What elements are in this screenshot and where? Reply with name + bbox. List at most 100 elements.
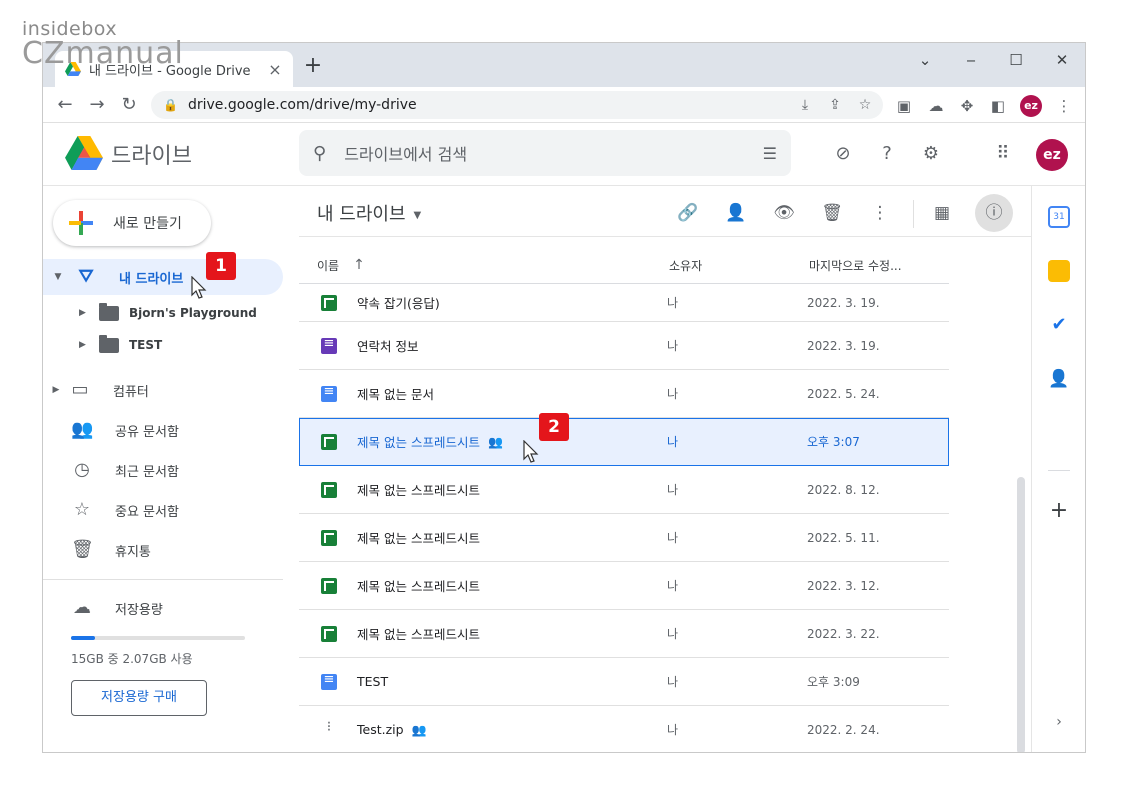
file-row[interactable]: 제목 없는 스프레드시트 나 2022. 3. 22. [299, 610, 949, 658]
sheets-icon [321, 529, 337, 546]
side-panel-icon[interactable]: ◧ [987, 95, 1009, 117]
column-header-name[interactable]: 이름 ↑ [317, 246, 365, 284]
contacts-icon[interactable]: 👤 [1048, 368, 1070, 390]
address-bar[interactable]: 🔒 drive.google.com/drive/my-drive ⤓ ⇪ ☆ [151, 91, 883, 119]
share-icon[interactable]: ⇪ [823, 97, 847, 113]
drive-brand-title: 드라이브 [111, 144, 192, 169]
breadcrumb[interactable]: 내 드라이브 ▼ [317, 200, 421, 226]
browser-menu-icon[interactable]: ⋮ [1053, 95, 1075, 117]
link-icon[interactable]: 🔗 [673, 198, 703, 228]
file-row[interactable]: 제목 없는 스프레드시트 👥 나 오후 3:07 [299, 418, 949, 466]
my-drive-icon: ⛛ [78, 266, 94, 287]
search-placeholder: 드라이브에서 검색 [344, 145, 468, 164]
forms-icon [321, 336, 337, 354]
grid-view-icon[interactable]: ▦ [927, 198, 957, 228]
file-name: 제목 없는 스프레드시트 [357, 480, 667, 499]
minimize-button[interactable]: ‒ [951, 51, 991, 69]
trash-icon[interactable]: 🗑 [817, 198, 847, 228]
sort-arrow-up-icon[interactable]: ↑ [353, 257, 365, 273]
account-avatar[interactable]: ez [1036, 139, 1068, 171]
reload-icon[interactable]: ↻ [117, 93, 141, 117]
file-modified-date: 오후 3:09 [807, 675, 860, 689]
file-row[interactable]: 제목 없는 문서 나 2022. 5. 24. [299, 370, 949, 418]
sidebar-item-computers[interactable]: ▶ ▭ 컴퓨터 [43, 372, 149, 408]
sidebar-item-my-drive[interactable]: ▼ ⛛ 내 드라이브 [43, 259, 283, 295]
main-header-divider [299, 236, 1031, 237]
file-row[interactable]: 제목 없는 스프레드시트 나 2022. 3. 12. [299, 562, 949, 610]
sidebar-folder-test[interactable]: ▶ TEST [79, 329, 162, 361]
file-modified-date: 2022. 5. 24. [807, 386, 880, 401]
bookmark-star-icon[interactable]: ☆ [853, 97, 877, 113]
maximize-button[interactable]: ☐ [996, 51, 1036, 69]
sidebar-item-label: 저장용량 [115, 602, 163, 618]
sidebar-item-shared[interactable]: 👥 공유 문서함 [43, 412, 179, 448]
search-icon[interactable]: ⚲ [313, 143, 326, 164]
expand-caret-icon[interactable]: ▶ [79, 340, 93, 350]
mouse-pointer-icon [191, 276, 207, 299]
tab-list-icon[interactable]: ⌄ [905, 51, 945, 69]
clock-icon: ◷ [74, 459, 90, 480]
preview-eye-icon[interactable]: 👁 [769, 198, 799, 228]
watermark-line2: CZmanual [22, 36, 184, 71]
expand-caret-icon[interactable]: ▶ [79, 308, 93, 318]
browser-profile-avatar[interactable]: ez [1020, 95, 1042, 117]
keep-icon[interactable] [1048, 260, 1070, 282]
expand-caret-icon[interactable]: ▶ [49, 385, 63, 395]
sidebar-item-starred[interactable]: ☆ 중요 문서함 [43, 492, 179, 528]
add-person-icon[interactable]: 👤 [721, 198, 751, 228]
more-vert-icon[interactable]: ⋮ [865, 198, 895, 228]
file-row[interactable]: 약속 잡기(응답) 나 2022. 3. 19. [299, 284, 949, 322]
sidebar-item-label: 컴퓨터 [113, 384, 149, 400]
file-row[interactable]: 제목 없는 스프레드시트 나 2022. 8. 12. [299, 466, 949, 514]
help-icon[interactable]: ? [873, 140, 901, 168]
sidebar-item-storage[interactable]: ☁ 저장용량 [43, 590, 163, 626]
add-addon-icon[interactable]: + [1046, 498, 1072, 523]
shared-people-icon: 👥 [411, 722, 427, 737]
close-window-button[interactable]: ✕ [1042, 51, 1082, 69]
media-extension-icon[interactable]: ▣ [893, 95, 915, 117]
new-tab-button[interactable]: + [301, 55, 325, 79]
settings-gear-icon[interactable]: ⚙ [917, 140, 945, 168]
file-row[interactable]: 제목 없는 스프레드시트 나 2022. 5. 11. [299, 514, 949, 562]
back-arrow-icon[interactable]: ← [53, 93, 77, 117]
tasks-icon[interactable]: ✔ [1048, 314, 1070, 336]
expand-caret-icon[interactable]: ▼ [51, 272, 65, 282]
chevron-right-icon[interactable]: › [1048, 714, 1070, 730]
info-icon[interactable]: ⓘ [975, 194, 1013, 232]
scrollbar-thumb[interactable] [1017, 477, 1025, 752]
side-apps-panel: 31 ✔ 👤 + › [1031, 186, 1085, 752]
buy-storage-button[interactable]: 저장용량 구매 [71, 680, 207, 716]
search-options-icon[interactable]: ☰ [763, 144, 777, 163]
sidebar-item-trash[interactable]: 🗑 휴지통 [43, 532, 151, 568]
folder-icon [99, 302, 119, 321]
new-button[interactable]: 새로 만들기 [53, 200, 211, 246]
file-name: 제목 없는 스프레드시트 [357, 528, 667, 547]
file-row[interactable]: Test.zip 👥 나 2022. 2. 24. [299, 706, 949, 752]
sidebar-item-recent[interactable]: ◷ 최근 문서함 [43, 452, 179, 488]
offline-ready-icon[interactable]: ⊘ [829, 140, 857, 168]
chevron-down-icon[interactable]: ▼ [414, 210, 422, 221]
cloud-icon: ☁ [73, 597, 91, 618]
file-owner: 나 [667, 483, 679, 497]
drive-logo-icon[interactable] [65, 136, 103, 170]
tab-close-icon[interactable]: × [267, 60, 283, 79]
step-badge-1: 1 [206, 252, 236, 280]
main-content: 내 드라이브 ▼ 🔗 👤 👁 🗑 ⋮ ▦ ⓘ 이름 ↑ 소유자 마지막으로 수정.… [299, 186, 1031, 752]
forward-arrow-icon[interactable]: → [85, 93, 109, 117]
sidebar-folder-bjorns-playground[interactable]: ▶ Bjorn's Playground [79, 297, 257, 329]
calendar-icon[interactable]: 31 [1048, 206, 1070, 228]
install-icon[interactable]: ⤓ [793, 97, 817, 113]
drive-search-box[interactable]: ⚲ 드라이브에서 검색 ☰ [299, 130, 791, 176]
sheets-icon [321, 294, 337, 311]
new-button-label: 새로 만들기 [113, 216, 182, 232]
puzzle-extensions-icon[interactable]: ✥ [956, 95, 978, 117]
sidebar-item-label: 휴지통 [115, 544, 151, 560]
cloud-extension-icon[interactable]: ☁ [925, 95, 947, 117]
apps-grid-icon[interactable]: ⠿ [989, 140, 1017, 168]
file-name-text: 제목 없는 문서 [357, 387, 434, 402]
column-header-modified[interactable]: 마지막으로 수정... [809, 246, 902, 284]
file-row[interactable]: TEST 나 오후 3:09 [299, 658, 949, 706]
file-row[interactable]: 연락처 정보 나 2022. 3. 19. [299, 322, 949, 370]
file-owner: 나 [667, 296, 679, 310]
column-header-owner[interactable]: 소유자 [669, 246, 702, 284]
